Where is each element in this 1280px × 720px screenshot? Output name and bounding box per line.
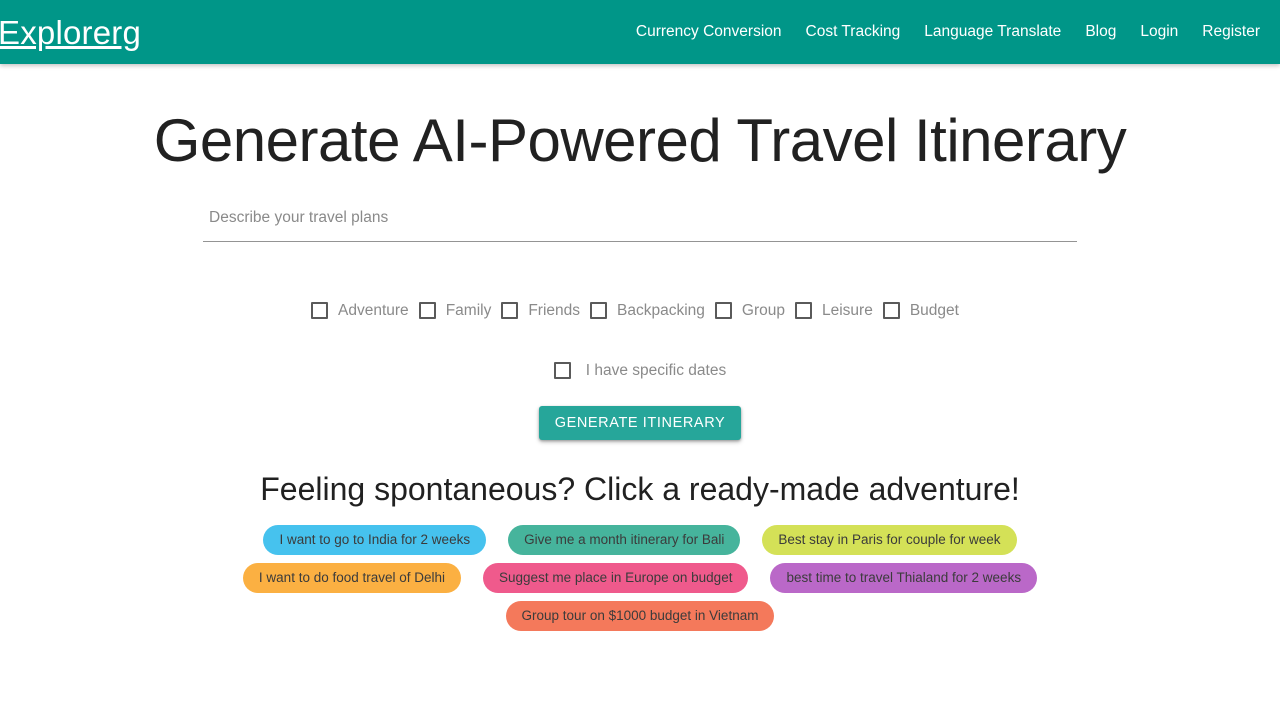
- trip-type-backpacking[interactable]: Backpacking: [590, 301, 715, 320]
- suggestion-chip-india[interactable]: I want to go to India for 2 weeks: [263, 525, 487, 556]
- trip-type-adventure[interactable]: Adventure: [311, 301, 419, 320]
- nav-link-blog[interactable]: Blog: [1073, 16, 1128, 48]
- suggestion-chip-bali[interactable]: Give me a month itinerary for Bali: [508, 525, 741, 556]
- checkbox-icon[interactable]: [795, 302, 812, 320]
- checkbox-icon[interactable]: [418, 302, 436, 320]
- trip-type-leisure[interactable]: Leisure: [795, 301, 883, 320]
- nav-link-language-translate[interactable]: Language Translate: [912, 16, 1073, 48]
- suggestion-chip-thailand[interactable]: best time to travel Thialand for 2 weeks: [770, 563, 1038, 594]
- suggestion-chip-delhi-food[interactable]: I want to do food travel of Delhi: [242, 563, 462, 594]
- trip-type-label: Adventure: [338, 301, 409, 319]
- trip-type-label: Backpacking: [617, 301, 705, 319]
- brand-logo[interactable]: Explorerg: [0, 16, 141, 49]
- suggestion-chip-row: Group tour on $1000 budget in Vietnam: [0, 601, 1280, 632]
- trip-type-group[interactable]: Group: [714, 301, 795, 320]
- trip-type-label: Friends: [528, 301, 581, 319]
- suggestions-heading: Feeling spontaneous? Click a ready-made …: [260, 471, 1020, 508]
- trip-type-friends[interactable]: Friends: [501, 301, 590, 320]
- checkbox-icon[interactable]: [311, 302, 329, 320]
- suggestion-chips: I want to go to India for 2 weeks Give m…: [0, 525, 1280, 632]
- suggestion-chip-paris[interactable]: Best stay in Paris for couple for week: [762, 525, 1017, 556]
- trip-type-label: Leisure: [822, 301, 873, 319]
- travel-plans-input[interactable]: [203, 198, 1077, 243]
- trip-type-budget[interactable]: Budget: [882, 301, 969, 320]
- generate-itinerary-button[interactable]: GENERATE ITINERARY: [538, 406, 742, 441]
- itinerary-form: Adventure Family Friends Backpacking Gro…: [203, 176, 1077, 441]
- primary-navigation: Currency Conversion Cost Tracking Langua…: [624, 16, 1280, 48]
- nav-link-register[interactable]: Register: [1190, 16, 1272, 48]
- trip-type-family[interactable]: Family: [418, 301, 502, 320]
- page-title: Generate AI-Powered Travel Itinerary: [153, 107, 1127, 174]
- suggestion-chip-vietnam-group[interactable]: Group tour on $1000 budget in Vietnam: [505, 601, 775, 632]
- checkbox-icon[interactable]: [882, 302, 900, 320]
- trip-type-checkbox-group: Adventure Family Friends Backpacking Gro…: [203, 301, 1077, 320]
- specific-dates-checkbox[interactable]: I have specific dates: [553, 361, 727, 380]
- checkbox-icon[interactable]: [590, 302, 608, 320]
- suggestion-chip-row: I want to do food travel of Delhi Sugges…: [0, 563, 1280, 594]
- main-content: Generate AI-Powered Travel Itinerary Adv…: [0, 64, 1280, 632]
- submit-row: GENERATE ITINERARY: [203, 406, 1077, 441]
- checkbox-icon[interactable]: [714, 302, 732, 320]
- suggestion-chip-row: I want to go to India for 2 weeks Give m…: [0, 525, 1280, 556]
- trip-type-label: Group: [741, 301, 785, 319]
- trip-type-label: Family: [445, 301, 492, 319]
- nav-link-login[interactable]: Login: [1128, 16, 1190, 48]
- nav-link-cost-tracking[interactable]: Cost Tracking: [794, 16, 913, 48]
- specific-dates-row: I have specific dates: [203, 361, 1077, 380]
- top-navbar: Explorerg Currency Conversion Cost Track…: [0, 0, 1280, 64]
- suggestion-chip-europe-budget[interactable]: Suggest me place in Europe on budget: [483, 563, 749, 594]
- trip-type-label: Budget: [909, 301, 959, 319]
- checkbox-icon[interactable]: [553, 362, 571, 380]
- nav-link-currency-conversion[interactable]: Currency Conversion: [624, 16, 794, 48]
- checkbox-icon[interactable]: [501, 302, 519, 320]
- specific-dates-label: I have specific dates: [585, 361, 727, 379]
